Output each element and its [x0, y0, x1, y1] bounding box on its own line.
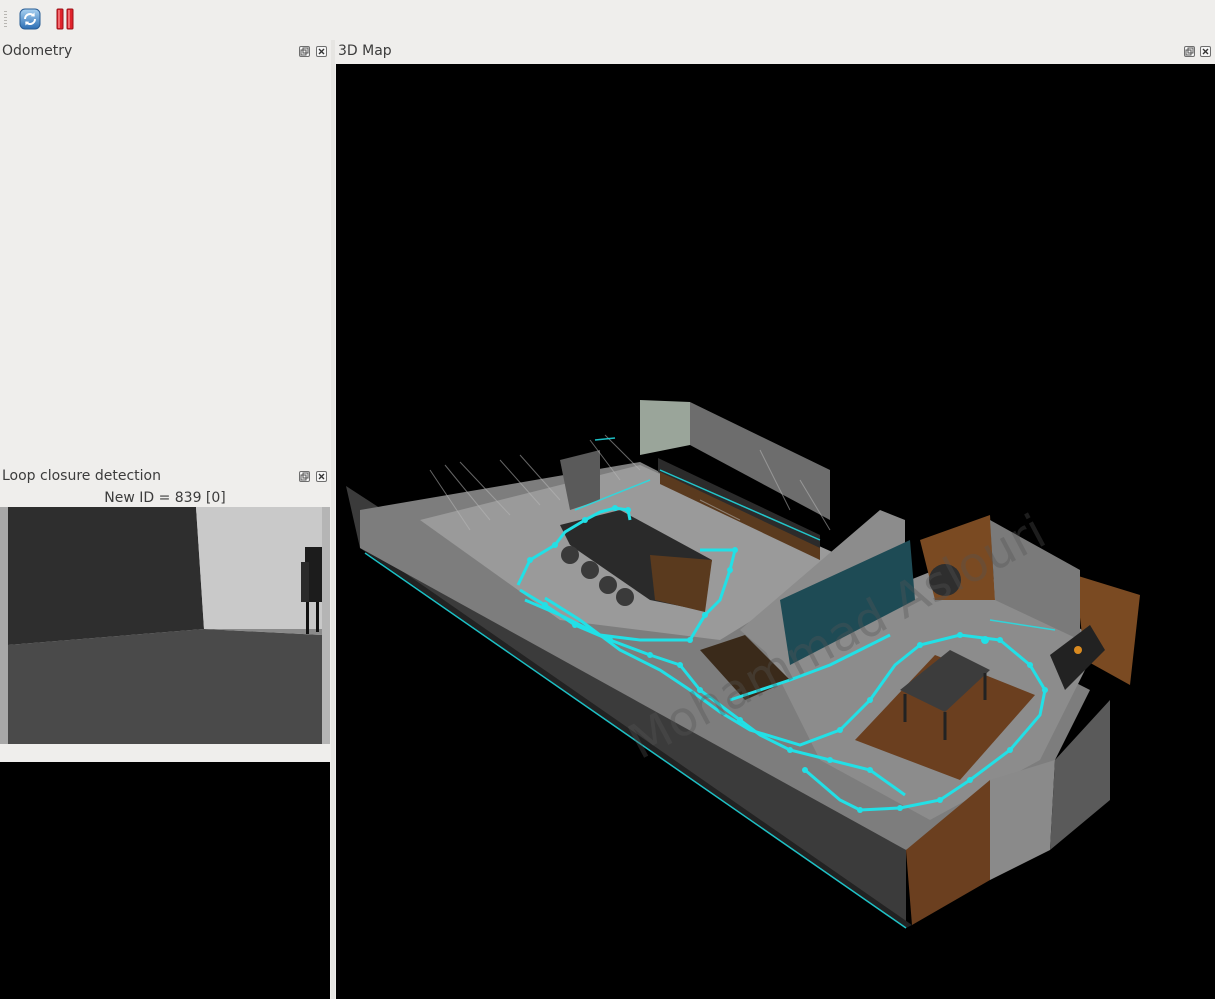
- loop-closure-camera-image: [0, 507, 330, 744]
- loop-closure-float-button[interactable]: [299, 471, 310, 482]
- map3d-float-button[interactable]: [1184, 46, 1195, 57]
- odometry-title: Odometry: [2, 43, 73, 59]
- float-icon: [300, 47, 309, 56]
- map3d-close-button[interactable]: [1200, 46, 1211, 57]
- pause-button[interactable]: [51, 5, 79, 33]
- loop-closure-match-image: [0, 762, 330, 999]
- loop-closure-status: New ID = 839 [0]: [104, 490, 226, 506]
- odometry-float-button[interactable]: [299, 46, 310, 57]
- map3d-viewport[interactable]: Mohammad Aslouri: [336, 64, 1215, 999]
- odometry-panel: [0, 64, 330, 464]
- loop-closure-close-button[interactable]: [316, 471, 327, 482]
- odometry-close-button[interactable]: [316, 46, 327, 57]
- close-icon: [318, 48, 325, 55]
- camera-scene: [0, 507, 330, 744]
- refresh-button[interactable]: [16, 5, 44, 33]
- toolbar-grip[interactable]: [4, 11, 7, 27]
- map3d-title: 3D Map: [338, 43, 392, 59]
- dock-splitter[interactable]: [331, 40, 335, 999]
- close-icon: [318, 473, 325, 480]
- close-icon: [1202, 48, 1209, 55]
- loop-closure-title: Loop closure detection: [2, 468, 161, 484]
- point-cloud-map: Mohammad Aslouri: [346, 400, 1140, 929]
- float-icon: [300, 472, 309, 481]
- refresh-icon: [19, 8, 41, 30]
- pause-icon: [56, 8, 74, 30]
- float-icon: [1185, 47, 1194, 56]
- main-toolbar: [0, 0, 1215, 38]
